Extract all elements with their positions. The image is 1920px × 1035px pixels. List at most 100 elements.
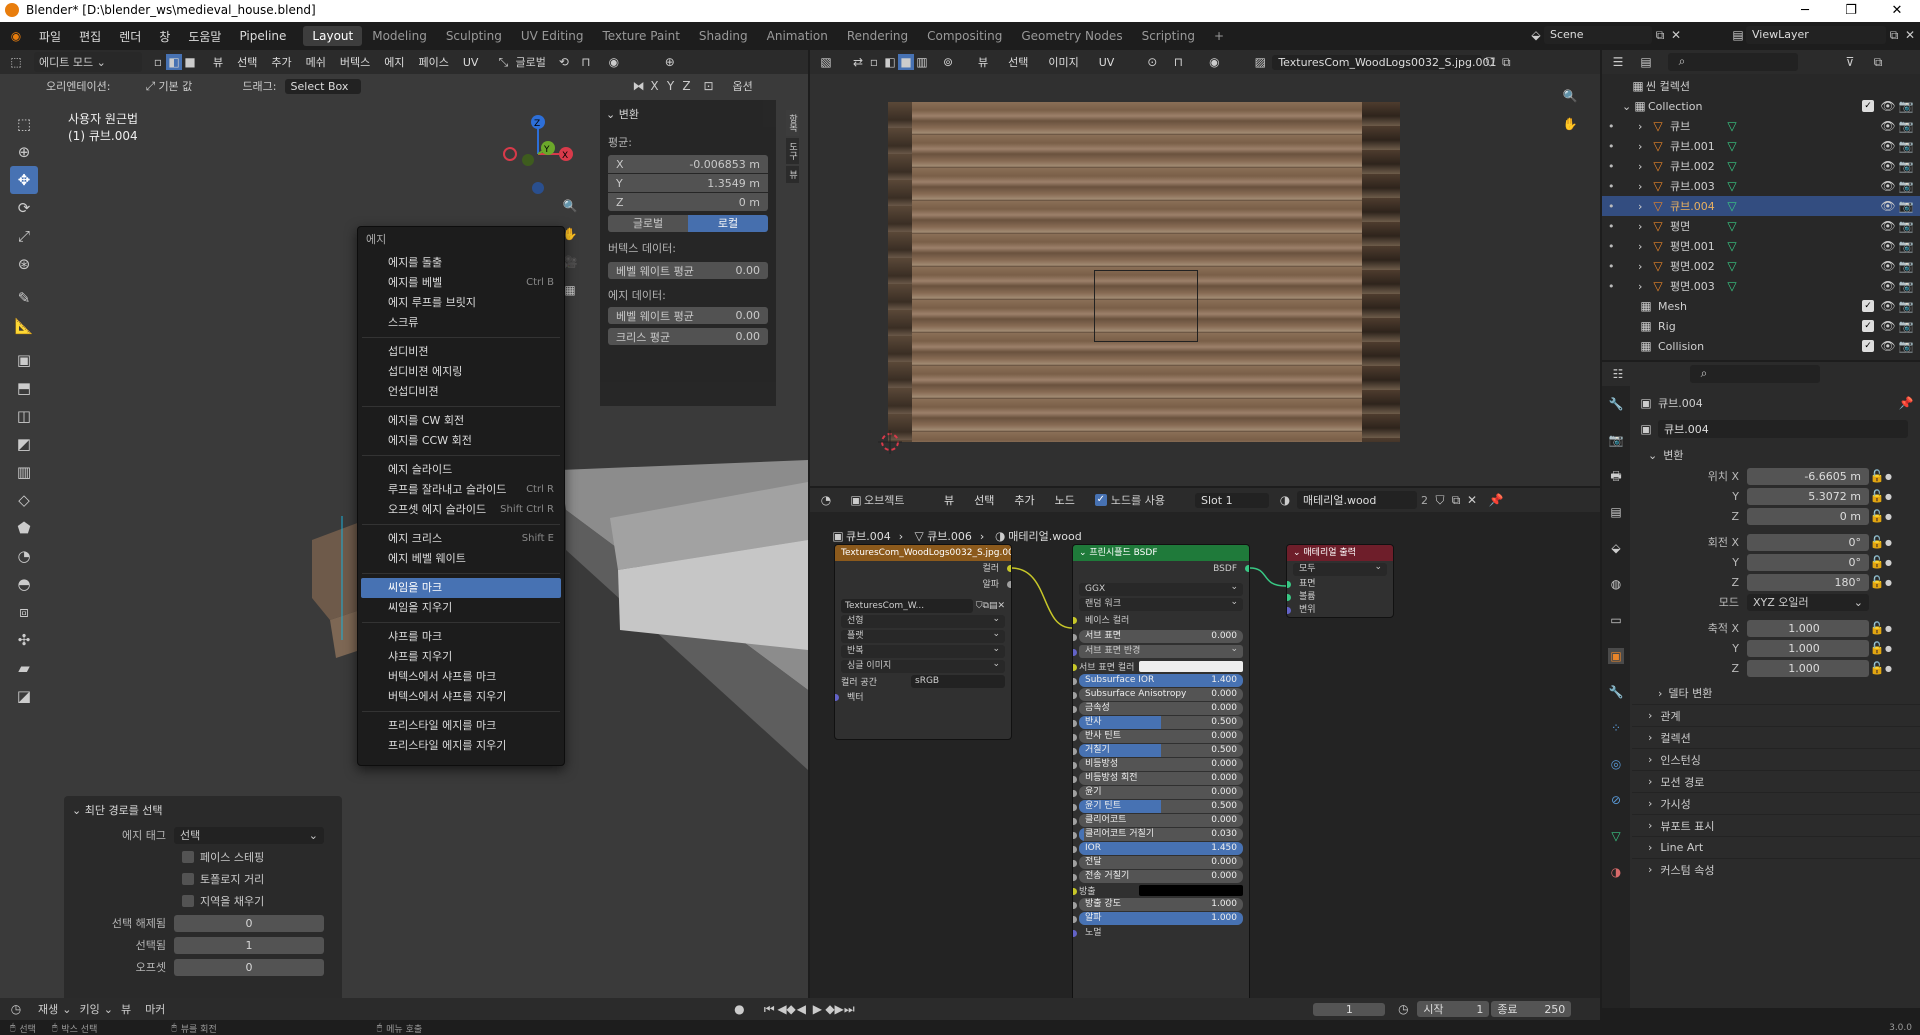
outliner-item[interactable]: • › ▽ 큐브.003 ▽ 👁 📷	[1602, 176, 1920, 196]
render-camera-icon[interactable]: 📷	[1898, 138, 1914, 154]
bsdf-input-row[interactable]: 금속성 0.000	[1073, 702, 1249, 715]
outliner-search-input[interactable]: ⌕	[1668, 53, 1798, 71]
visibility-eye-icon[interactable]: 👁	[1880, 198, 1896, 214]
context-menu-item[interactable]: 프리스타일 에지를 마크	[358, 716, 564, 736]
visibility-eye-icon[interactable]: 👁	[1880, 218, 1896, 234]
context-menu-item[interactable]: 에지 베벨 웨이트	[358, 549, 564, 569]
bsdf-slider[interactable]: 거칠기 0.500	[1079, 744, 1243, 757]
add-cube-tool-icon[interactable]: ▣	[10, 346, 38, 374]
mesh-data-icon[interactable]: ▽	[1724, 118, 1740, 134]
rotation-z-field[interactable]: 180°	[1747, 573, 1869, 591]
render-camera-icon[interactable]: 📷	[1898, 218, 1914, 234]
world-tab-icon[interactable]: ◍	[1608, 576, 1624, 592]
outliner[interactable]: ☰ ▤ ⌕ ⊽ ⧉ ▦ 씬 컬렉션 ⌄ ▦ Collection ✓ 👁 📷 • › ▽ 큐…	[1602, 50, 1920, 360]
visibility-eye-icon[interactable]: 👁	[1880, 238, 1896, 254]
face-select-icon[interactable]: ■	[182, 54, 198, 70]
local-toggle[interactable]: 로컬	[688, 215, 768, 232]
crease-field[interactable]: 크리스 평균 0.00	[608, 328, 768, 345]
lock-rotation-z-icon[interactable]: 🔓	[1869, 574, 1885, 590]
axis-y-toggle[interactable]: Y	[663, 78, 679, 94]
fake-user-icon[interactable]: ⛉	[1482, 54, 1498, 70]
new-viewlayer-icon[interactable]: ⧉	[1886, 27, 1902, 43]
rotation-y-field[interactable]: 0°	[1747, 553, 1869, 571]
mesh-data-icon[interactable]: ▽	[1724, 138, 1740, 154]
render-camera-icon[interactable]: 📷	[1898, 178, 1914, 194]
uv-pivot-icon[interactable]: ⊙	[1144, 54, 1160, 70]
workspace-tab-6[interactable]: Animation	[758, 26, 837, 46]
context-menu-item[interactable]: 에지를 돌출	[358, 253, 564, 273]
location-z-field[interactable]: 0 m	[1747, 507, 1869, 525]
physics-tab-icon[interactable]: ◎	[1608, 756, 1624, 772]
properties-search-input[interactable]: ⌕	[1690, 365, 1820, 383]
viewport-menu-6[interactable]: 페이스	[412, 54, 456, 70]
collection-row[interactable]: ⌄ ▦ Collection ✓ 👁 📷	[1602, 96, 1920, 116]
visibility-eye-icon[interactable]: 👁	[1880, 338, 1896, 354]
mesh-data-icon[interactable]: ▽	[1724, 238, 1740, 254]
play-icon[interactable]: ▶	[809, 1001, 825, 1017]
properties-editor[interactable]: ☷ ⌕ 🔧 📷 🖶 ▤ ⬙ ◍ ▭ ▣ 🔧 ⁘ ◎ ⊘ ▽ ◑ ▣ 큐브.004 📌…	[1602, 362, 1920, 1008]
transform-orientation-value[interactable]: 글로벌	[515, 54, 545, 70]
expand-icon[interactable]: ›	[1638, 160, 1650, 173]
output-tab-icon[interactable]: 🖶	[1608, 468, 1624, 484]
bsdf-slider[interactable]: 알파 1.000	[1079, 912, 1243, 925]
bsdf-input-row[interactable]: Subsurface Anisotropy 0.000	[1073, 688, 1249, 701]
edge-tag-dropdown[interactable]: 선택 ⌄	[174, 826, 324, 844]
scene-tab-icon[interactable]: ⬙	[1608, 540, 1624, 556]
transform-orientation-icon[interactable]: ⤡	[495, 54, 511, 70]
bsdf-input-row[interactable]: 서브 표면 반경	[1073, 643, 1249, 658]
view-layer-tab-icon[interactable]: ▤	[1608, 504, 1624, 520]
bsdf-slider[interactable]: 클리어코트 0.000	[1079, 814, 1243, 827]
tex-source-dropdown[interactable]: 싱글 이미지	[841, 658, 1005, 673]
lock-scale-z-icon[interactable]: 🔓	[1869, 660, 1885, 676]
principled-bsdf-node[interactable]: ⌄ 프린시플드 BSDF BSDF GGX 랜덤 워크 베이스 컬러 서브 표면…	[1072, 544, 1250, 1004]
snap-icon[interactable]: ⊓	[578, 54, 594, 70]
menu-5[interactable]: Pipeline	[230, 29, 295, 43]
drag-value[interactable]: Select Box	[284, 78, 361, 94]
context-menu-item[interactable]: 에지를 CCW 회전	[358, 431, 564, 451]
render-camera-icon[interactable]: 📷	[1898, 318, 1914, 334]
material-output-node[interactable]: ⌄ 매테리얼 출력 모두 표면 볼륨 변위	[1286, 544, 1394, 618]
bsdf-input-row[interactable]: 전송 거칠기 0.000	[1073, 870, 1249, 883]
measure-tool-icon[interactable]: 📐	[10, 312, 38, 340]
bsdf-input-row[interactable]: 전달 0.000	[1073, 856, 1249, 869]
edge-bevel-weight-field[interactable]: 베벨 웨이트 평균 0.00	[608, 307, 768, 324]
offset-field[interactable]: 0	[174, 958, 324, 976]
tex-interpolation-dropdown[interactable]: 선형	[841, 613, 1005, 628]
viewport-menu-7[interactable]: UV	[456, 56, 486, 69]
render-camera-icon[interactable]: 📷	[1898, 298, 1914, 314]
tex-image-selector[interactable]: TexturesCom_W... ⛉⧉▤✕	[841, 599, 1005, 613]
edge-slide-tool-icon[interactable]: ⧈	[10, 598, 38, 626]
navigation-gizmo[interactable]: Z X Y	[496, 108, 580, 198]
outliner-type-icon[interactable]: ☰	[1610, 54, 1626, 70]
viewport-menu-0[interactable]: 뷰	[206, 54, 230, 70]
context-menu-item[interactable]: 프리스타일 에지를 지우기	[358, 736, 564, 756]
timeline-type-icon[interactable]: ◷	[8, 1001, 24, 1017]
context-menu-item[interactable]: 샤프를 지우기	[358, 647, 564, 667]
bsdf-slider[interactable]: 금속성 0.000	[1079, 702, 1243, 715]
bsdf-input-row[interactable]: 알파 1.000	[1073, 912, 1249, 925]
workspace-tab-7[interactable]: Rendering	[838, 26, 917, 46]
outliner-item[interactable]: • › ▽ 큐브.001 ▽ 👁 📷	[1602, 136, 1920, 156]
render-camera-icon[interactable]: 📷	[1898, 118, 1914, 134]
render-camera-icon[interactable]: 📷	[1898, 98, 1914, 114]
face-stepping-checkbox[interactable]	[182, 851, 194, 863]
scene-name[interactable]: Scene	[1544, 26, 1652, 44]
location-x-field[interactable]: -6.6605 m	[1747, 467, 1869, 485]
outliner-collection-row[interactable]: ▦ Collision ✓ 👁 📷	[1602, 336, 1920, 356]
axis-x-toggle[interactable]: X	[647, 78, 663, 94]
collection-include-checkbox[interactable]: ✓	[1862, 320, 1874, 332]
bsdf-input-row[interactable]: Subsurface IOR 1.400	[1073, 674, 1249, 687]
context-menu-item[interactable]: 버텍스에서 샤프를 지우기	[358, 687, 564, 707]
bsdf-dropdown[interactable]: 서브 표면 반경	[1079, 643, 1243, 658]
expand-icon[interactable]: ›	[1638, 120, 1650, 133]
data-tab-icon[interactable]: ▽	[1608, 828, 1624, 844]
extrude-tool-icon[interactable]: ⬒	[10, 374, 38, 402]
auto-merge-icon[interactable]: ⊡	[701, 78, 717, 94]
2d-cursor-icon[interactable]	[878, 430, 902, 454]
selected-field[interactable]: 1	[174, 936, 324, 954]
select-tool-icon[interactable]: ⬚	[10, 110, 38, 138]
inset-tool-icon[interactable]: ◫	[10, 402, 38, 430]
context-menu-item[interactable]: 에지 루프를 브릿지	[358, 293, 564, 313]
remove-scene-icon[interactable]: ✕	[1668, 27, 1684, 43]
keying-menu[interactable]: 키잉	[79, 1001, 99, 1017]
